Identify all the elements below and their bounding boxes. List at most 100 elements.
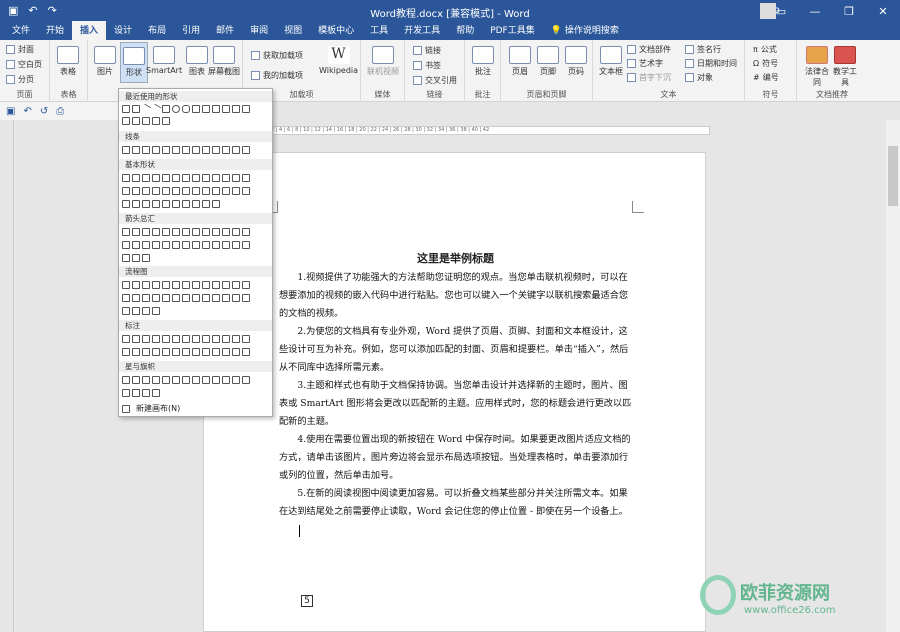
block-arrow-icon[interactable] [242,241,250,249]
callout-shape-icon[interactable] [122,348,130,356]
crossref-button[interactable]: 交叉引用 [413,75,457,86]
bracket-shape-icon[interactable] [132,117,140,125]
page-number-field[interactable]: 5 [301,595,313,607]
banner-shape-icon[interactable] [242,376,250,384]
callout-shape-icon[interactable] [122,335,130,343]
scribble-shape-icon[interactable] [242,146,250,154]
tab-view[interactable]: 视图 [276,21,310,40]
basic-shape-icon[interactable] [152,200,160,208]
banner-shape-icon[interactable] [232,376,240,384]
callout-shape-icon[interactable] [182,335,190,343]
arrow-line-shape-icon[interactable] [132,146,140,154]
block-arrow-icon[interactable] [212,241,220,249]
star-shape-icon[interactable] [172,376,180,384]
ribbon-options-icon[interactable]: ▭ [764,0,798,22]
restore-button[interactable]: ❐ [832,0,866,22]
tell-me-search[interactable]: 💡 操作说明搜索 [543,21,627,40]
flowchart-shape-icon[interactable] [122,281,130,289]
callout-shape-icon[interactable] [202,348,210,356]
smartart-button[interactable]: SmartArt [146,46,182,75]
callout-shape-icon[interactable] [192,335,200,343]
callout-shape-icon[interactable] [242,348,250,356]
get-addins-button[interactable]: 获取加载项 [251,50,303,61]
dropcap-button[interactable]: 首字下沉 [627,72,671,83]
basic-shape-icon[interactable] [192,174,200,182]
block-arrow-icon[interactable] [222,241,230,249]
flowchart-shape-icon[interactable] [232,281,240,289]
basic-shape-icon[interactable] [242,187,250,195]
basic-shape-icon[interactable] [202,187,210,195]
link-button[interactable]: 链接 [413,45,441,56]
block-arrow-icon[interactable] [172,228,180,236]
triangle-shape-icon[interactable] [192,105,200,113]
flowchart-shape-icon[interactable] [152,307,160,315]
curve-line-shape-icon[interactable] [202,146,210,154]
basic-shape-icon[interactable] [232,187,240,195]
scrollbar-thumb[interactable] [888,146,898,206]
block-arrow-icon[interactable] [162,228,170,236]
block-arrow-icon[interactable] [132,228,140,236]
basic-shape-icon[interactable] [132,200,140,208]
basic-shape-icon[interactable] [122,187,130,195]
banner-shape-icon[interactable] [212,376,220,384]
callout-shape-icon[interactable] [232,348,240,356]
banner-shape-icon[interactable] [202,376,210,384]
flowchart-shape-icon[interactable] [222,294,230,302]
basic-shape-icon[interactable] [192,187,200,195]
document-body[interactable]: 1.视频提供了功能强大的方法帮助您证明您的观点。当您单击联机视频时，可以在想要添… [279,269,634,537]
basic-shape-icon[interactable] [122,174,130,182]
elbow-line-shape-icon[interactable] [152,146,160,154]
arrow-right-shape-icon[interactable] [222,105,230,113]
flowchart-shape-icon[interactable] [212,294,220,302]
banner-shape-icon[interactable] [142,389,150,397]
star-shape-icon[interactable] [132,376,140,384]
callout-shape-icon[interactable] [152,335,160,343]
numbering-button[interactable]: # 编号 [753,72,779,83]
banner-shape-icon[interactable] [122,389,130,397]
picture-button[interactable]: 图片 [94,46,116,77]
footer-button[interactable]: 页脚 [537,46,559,77]
flowchart-shape-icon[interactable] [202,294,210,302]
block-arrow-icon[interactable] [132,241,140,249]
flowchart-shape-icon[interactable] [122,294,130,302]
callout-shape-icon[interactable] [222,348,230,356]
callout-shape-icon[interactable] [142,348,150,356]
minimize-button[interactable]: — [798,0,832,22]
flowchart-shape-icon[interactable] [192,294,200,302]
blank-page-button[interactable]: 空白页 [6,59,42,70]
block-arrow-icon[interactable] [182,228,190,236]
elbow-line-shape-icon[interactable] [162,146,170,154]
curve-line-shape-icon[interactable] [192,146,200,154]
basic-shape-icon[interactable] [132,174,140,182]
curve-line-shape-icon[interactable] [182,146,190,154]
flowchart-shape-icon[interactable] [162,294,170,302]
line-shape-icon[interactable] [150,103,162,115]
basic-shape-icon[interactable] [242,174,250,182]
basic-shape-icon[interactable] [182,174,190,182]
tab-insert[interactable]: 插入 [72,21,107,40]
flowchart-shape-icon[interactable] [182,294,190,302]
tab-mailings[interactable]: 邮件 [208,21,242,40]
flowchart-shape-icon[interactable] [122,307,130,315]
arrow-up-shape-icon[interactable] [242,105,250,113]
basic-shape-icon[interactable] [192,200,200,208]
callout-shape-icon[interactable] [152,348,160,356]
block-arrow-icon[interactable] [182,241,190,249]
flowchart-shape-icon[interactable] [132,307,140,315]
bookmark-button[interactable]: 书签 [413,60,441,71]
flowchart-shape-icon[interactable] [242,281,250,289]
oval-shape-icon[interactable] [172,105,180,113]
basic-shape-icon[interactable] [212,187,220,195]
block-arrow-icon[interactable] [172,241,180,249]
block-arrow-icon[interactable] [192,228,200,236]
scribble-shape-icon[interactable] [222,146,230,154]
callout-shape-icon[interactable] [172,335,180,343]
basic-shape-icon[interactable] [212,200,220,208]
shapes-button[interactable]: 形状 [120,42,148,83]
block-arrow-icon[interactable] [142,228,150,236]
document-heading[interactable]: 这里是举例标题 [204,250,707,266]
flowchart-shape-icon[interactable] [232,294,240,302]
flowchart-shape-icon[interactable] [152,294,160,302]
block-arrow-icon[interactable] [192,241,200,249]
callout-shape-icon[interactable] [122,117,130,125]
